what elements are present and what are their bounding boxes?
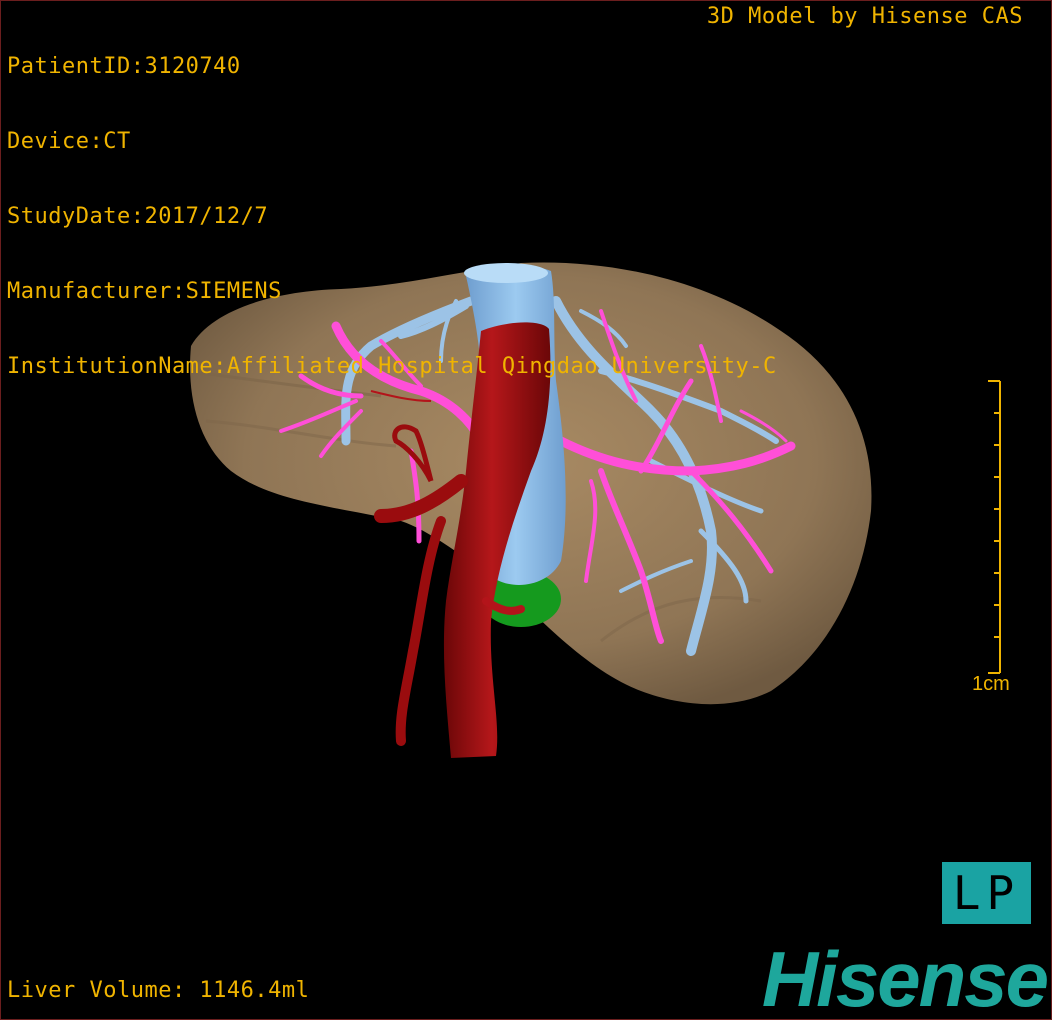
orientation-indicator[interactable]: LP	[942, 862, 1031, 924]
manufacturer: Manufacturer:SIEMENS	[7, 279, 282, 304]
device: Device:CT	[7, 129, 131, 154]
liver-volume: Liver Volume: 1146.4ml	[7, 978, 310, 1003]
dicom-info-panel: PatientID:3120740 Device:CT StudyDate:20…	[7, 4, 777, 429]
institution-name: InstitutionName:Affiliated Hospital Qing…	[7, 354, 777, 379]
3d-viewport[interactable]: PatientID:3120740 Device:CT StudyDate:20…	[0, 0, 1052, 1020]
scale-bar	[988, 380, 1001, 674]
model-credit: 3D Model by Hisense CAS	[706, 4, 1023, 29]
hisense-logo: Hisense	[761, 935, 1049, 1020]
patient-id: PatientID:3120740	[7, 54, 241, 79]
scale-label: 1cm	[972, 673, 1010, 695]
study-date: StudyDate:2017/12/7	[7, 204, 269, 229]
